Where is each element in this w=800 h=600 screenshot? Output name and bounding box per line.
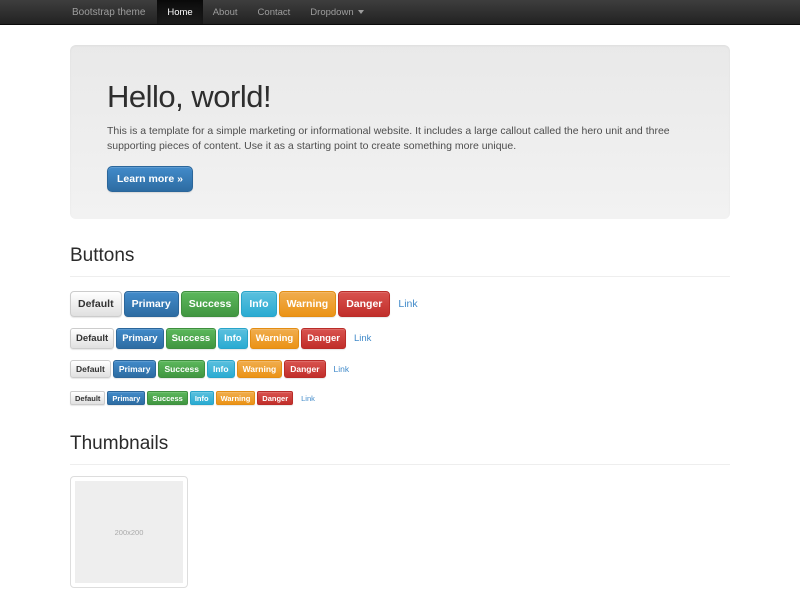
button-link-xs[interactable]: Link bbox=[301, 394, 315, 403]
button-default-xs[interactable]: Default bbox=[70, 391, 105, 405]
button-link-default[interactable]: Link bbox=[354, 333, 371, 344]
navbar-brand[interactable]: Bootstrap theme bbox=[70, 0, 157, 24]
button-info-sm[interactable]: Info bbox=[207, 360, 235, 378]
button-warning-lg[interactable]: Warning bbox=[279, 291, 337, 317]
button-row-default: DefaultPrimarySuccessInfoWarningDanger Li… bbox=[70, 328, 730, 349]
button-primary-default[interactable]: Primary bbox=[116, 328, 163, 349]
button-success-sm[interactable]: Success bbox=[158, 360, 205, 378]
nav-item-contact[interactable]: Contact bbox=[248, 0, 301, 24]
button-success-lg[interactable]: Success bbox=[181, 291, 240, 317]
button-link-sm[interactable]: Link bbox=[334, 364, 350, 374]
button-warning-sm[interactable]: Warning bbox=[237, 360, 283, 378]
nav-item-home[interactable]: Home bbox=[157, 0, 202, 24]
button-warning-xs[interactable]: Warning bbox=[216, 391, 256, 405]
learn-more-button[interactable]: Learn more » bbox=[107, 166, 193, 192]
button-default-default[interactable]: Default bbox=[70, 328, 114, 349]
thumbnails-section-title: Thumbnails bbox=[70, 433, 730, 465]
navbar-container: Bootstrap theme HomeAboutContactDropdown bbox=[70, 0, 730, 24]
button-default-sm[interactable]: Default bbox=[70, 360, 111, 378]
main-container: Hello, world! This is a template for a s… bbox=[70, 45, 730, 588]
button-danger-default[interactable]: Danger bbox=[301, 328, 346, 349]
button-danger-xs[interactable]: Danger bbox=[257, 391, 293, 405]
button-warning-default[interactable]: Warning bbox=[250, 328, 300, 349]
button-info-xs[interactable]: Info bbox=[190, 391, 214, 405]
button-rows: DefaultPrimarySuccessInfoWarningDangerLi… bbox=[70, 291, 730, 407]
button-danger-lg[interactable]: Danger bbox=[338, 291, 390, 317]
thumbnail-placeholder-image: 200x200 bbox=[75, 481, 183, 583]
button-row-lg: DefaultPrimarySuccessInfoWarningDanger Li… bbox=[70, 291, 730, 317]
button-primary-sm[interactable]: Primary bbox=[113, 360, 157, 378]
button-default-lg[interactable]: Default bbox=[70, 291, 122, 317]
buttons-section-title: Buttons bbox=[70, 245, 730, 277]
button-success-default[interactable]: Success bbox=[166, 328, 217, 349]
button-link-lg[interactable]: Link bbox=[398, 298, 417, 310]
button-info-lg[interactable]: Info bbox=[241, 291, 276, 317]
button-row-xs: DefaultPrimarySuccessInfoWarningDanger Li… bbox=[70, 389, 730, 407]
hero-unit: Hello, world! This is a template for a s… bbox=[70, 45, 730, 219]
nav-item-dropdown[interactable]: Dropdown bbox=[300, 0, 373, 24]
button-info-default[interactable]: Info bbox=[218, 328, 247, 349]
thumbnail[interactable]: 200x200 bbox=[70, 476, 188, 588]
button-primary-xs[interactable]: Primary bbox=[107, 391, 145, 405]
navbar: Bootstrap theme HomeAboutContactDropdown bbox=[0, 0, 800, 25]
button-row-sm: DefaultPrimarySuccessInfoWarningDanger Li… bbox=[70, 360, 730, 378]
button-danger-sm[interactable]: Danger bbox=[284, 360, 325, 378]
hero-description: This is a template for a simple marketin… bbox=[107, 124, 693, 154]
caret-down-icon bbox=[358, 10, 364, 14]
nav-item-about[interactable]: About bbox=[203, 0, 248, 24]
button-primary-lg[interactable]: Primary bbox=[124, 291, 179, 317]
button-success-xs[interactable]: Success bbox=[147, 391, 187, 405]
navbar-nav: HomeAboutContactDropdown bbox=[157, 0, 373, 24]
hero-title: Hello, world! bbox=[107, 79, 693, 115]
